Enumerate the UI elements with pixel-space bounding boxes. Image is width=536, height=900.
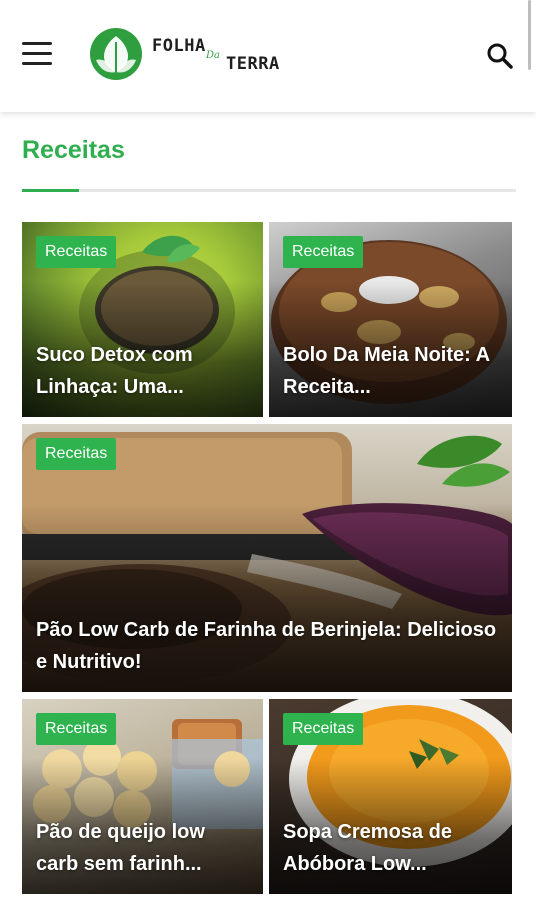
hamburger-menu-button[interactable] [22,42,52,68]
search-icon[interactable] [486,42,514,70]
site-logo[interactable]: FOLHA Da TERRA [90,28,290,84]
category-badge[interactable]: Receitas [36,438,117,470]
post-title[interactable]: Pão de queijo low carb sem farinh... [36,816,251,880]
category-badge[interactable]: Receitas [283,713,364,745]
section-title: Receitas [22,136,125,164]
post-title[interactable]: Bolo Da Meia Noite: A Receita... [283,339,500,403]
menu-line [22,42,52,45]
logo-wordmark-bottom: TERRA [226,54,280,74]
category-badge[interactable]: Receitas [36,713,117,745]
post-card-pao-de-queijo[interactable]: Receitas Pão de queijo low carb sem fari… [22,699,263,894]
section-divider [22,189,516,192]
menu-line [22,52,52,55]
section-divider-accent [22,189,79,192]
post-title[interactable]: Sopa Cremosa de Abóbora Low... [283,816,500,880]
scrollbar[interactable] [528,0,531,70]
category-badge[interactable]: Receitas [36,236,117,268]
post-title[interactable]: Pão Low Carb de Farinha de Berinjela: De… [36,614,500,678]
category-badge[interactable]: Receitas [283,236,364,268]
post-card-pao-berinjela[interactable]: Receitas Pão Low Carb de Farinha de Beri… [22,424,512,692]
post-card-bolo-meia-noite[interactable]: Receitas Bolo Da Meia Noite: A Receita..… [269,222,512,417]
logo-wordmark-da: Da [206,50,220,61]
site-header: FOLHA Da TERRA [0,0,536,112]
menu-line [22,62,52,65]
logo-wordmark-top: FOLHA [152,36,206,56]
post-title[interactable]: Suco Detox com Linhaça: Uma... [36,339,251,403]
post-card-suco-detox[interactable]: Receitas Suco Detox com Linhaça: Uma... [22,222,263,417]
post-card-sopa-abobora[interactable]: Receitas Sopa Cremosa de Abóbora Low... [269,699,512,894]
leaf-logo-icon [90,28,142,80]
